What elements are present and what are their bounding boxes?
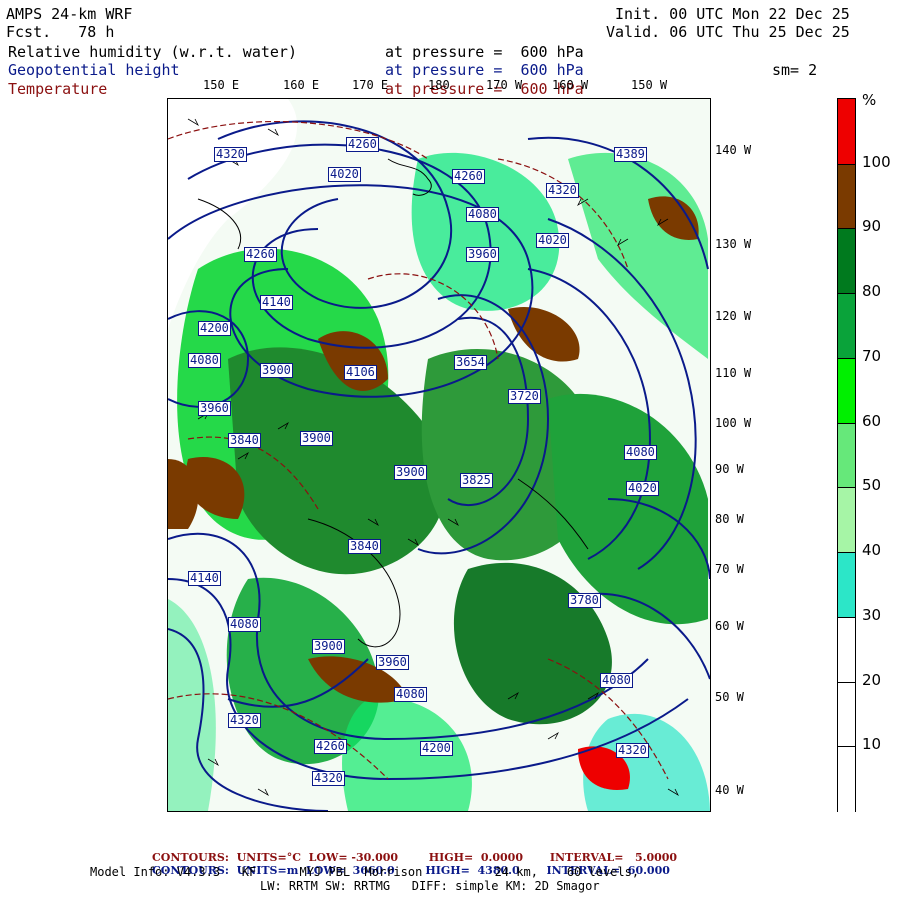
contour-label: 3840: [228, 433, 261, 448]
contour-label: 4260: [244, 247, 277, 262]
colorbar-level-label: 60: [862, 411, 882, 430]
colorbar-band: [838, 163, 855, 230]
model-info-line2: LW: RRTM SW: RRTMG DIFF: simple KM: 2D S…: [260, 879, 600, 893]
field-name-temp: Temperature: [8, 80, 108, 98]
contour-label: 4200: [198, 321, 231, 336]
field-name-rh: Relative humidity (w.r.t. water): [8, 43, 297, 61]
lat-label: 110 W: [715, 366, 752, 380]
lon-label: 150 E: [203, 78, 240, 92]
contour-label: 3780: [568, 593, 601, 608]
contour-label: 4020: [626, 481, 659, 496]
colorbar-level-label: 20: [862, 670, 882, 689]
lon-label: 170 E: [352, 78, 389, 92]
colorbar-band: [838, 293, 855, 360]
colorbar-band: [838, 357, 855, 425]
contour-label: 3960: [376, 655, 409, 670]
colorbar-band: [838, 422, 855, 489]
contour-label: 4200: [420, 741, 453, 756]
lat-label: 90 W: [715, 462, 744, 476]
lat-label: 70 W: [715, 562, 744, 576]
field-level-height: at pressure = 600 hPa: [385, 61, 584, 79]
contour-label: 3825: [460, 473, 493, 488]
contour-label: 3900: [312, 639, 345, 654]
contour-label: 4106: [344, 365, 377, 380]
contour-label: 4260: [314, 739, 347, 754]
field-level-rh: at pressure = 600 hPa: [385, 43, 584, 61]
colorbar-level-label: 90: [862, 217, 882, 236]
contour-label: 4020: [328, 167, 361, 182]
valid-time: Valid. 06 UTC Thu 25 Dec 25: [606, 23, 850, 41]
lat-label: 130 W: [715, 237, 752, 251]
lat-label: 120 W: [715, 309, 752, 323]
colorbar-band: [838, 487, 855, 554]
lon-label: 160 W: [552, 78, 589, 92]
contour-label: 4080: [394, 687, 427, 702]
contour-label: 4080: [624, 445, 657, 460]
contour-label: 4260: [452, 169, 485, 184]
contour-label: 3840: [348, 539, 381, 554]
colorbar-level-label: 30: [862, 605, 882, 624]
contour-label: 4320: [546, 183, 579, 198]
smoothing-label: sm= 2: [772, 61, 818, 79]
contour-label: 3720: [508, 389, 541, 404]
colorbar-level-label: 70: [862, 346, 882, 365]
lon-label: 170 W: [486, 78, 523, 92]
contour-label: 4020: [536, 233, 569, 248]
contour-label: 4140: [188, 571, 221, 586]
colorbar-band: [838, 681, 855, 748]
contour-label: 4320: [214, 147, 247, 162]
model-title: AMPS 24-km WRF: [6, 5, 133, 23]
colorbar-unit: %: [862, 91, 877, 109]
field-name-height: Geopotential height: [8, 61, 180, 79]
contour-label: 3900: [260, 363, 293, 378]
contour-label: 4140: [260, 295, 293, 310]
colorbar-level-label: 40: [862, 541, 882, 560]
colorbar-band: [838, 616, 855, 684]
colorbar-level-label: 10: [862, 735, 882, 754]
colorbar-level-label: 100: [862, 152, 891, 171]
contour-label: 3960: [466, 247, 499, 262]
contour-label: 4080: [228, 617, 261, 632]
lon-label: 160 E: [283, 78, 320, 92]
colorbar-band: [838, 99, 855, 165]
contour-label: 3960: [198, 401, 231, 416]
colorbar-band: [838, 746, 855, 813]
forecast-hour: Fcst. 78 h: [6, 23, 115, 41]
contour-label: 4320: [616, 743, 649, 758]
lat-label: 50 W: [715, 690, 744, 704]
model-info-line1: Model Info: V4.3.3 KF MYJ PBL Morrison 2…: [90, 865, 640, 879]
contour-label: 3654: [454, 355, 487, 370]
map-panel: 4320 4260 4260 4020 4320 4389 4080 3960 …: [167, 98, 711, 812]
lat-label: 60 W: [715, 619, 744, 633]
contour-label: 4389: [614, 147, 647, 162]
colorbar-band: [838, 552, 855, 619]
lat-label: 40 W: [715, 783, 744, 797]
contour-label: 4080: [600, 673, 633, 688]
contour-label: 3900: [394, 465, 427, 480]
init-time: Init. 00 UTC Mon 22 Dec 25: [615, 5, 850, 23]
lat-label: 100 W: [715, 416, 752, 430]
rh-colorbar: [837, 98, 856, 813]
colorbar-level-label: 80: [862, 282, 882, 301]
contour-label: 4080: [466, 207, 499, 222]
contour-label: 3900: [300, 431, 333, 446]
contour-label: 4080: [188, 353, 221, 368]
colorbar-level-label: 50: [862, 476, 882, 495]
contour-label: 4260: [346, 137, 379, 152]
lat-label: 140 W: [715, 143, 752, 157]
contour-label: 4320: [228, 713, 261, 728]
colorbar-band: [838, 228, 855, 295]
contour-label: 4320: [312, 771, 345, 786]
lat-label: 80 W: [715, 512, 744, 526]
lon-label: 180: [428, 78, 450, 92]
lon-label: 150 W: [631, 78, 668, 92]
